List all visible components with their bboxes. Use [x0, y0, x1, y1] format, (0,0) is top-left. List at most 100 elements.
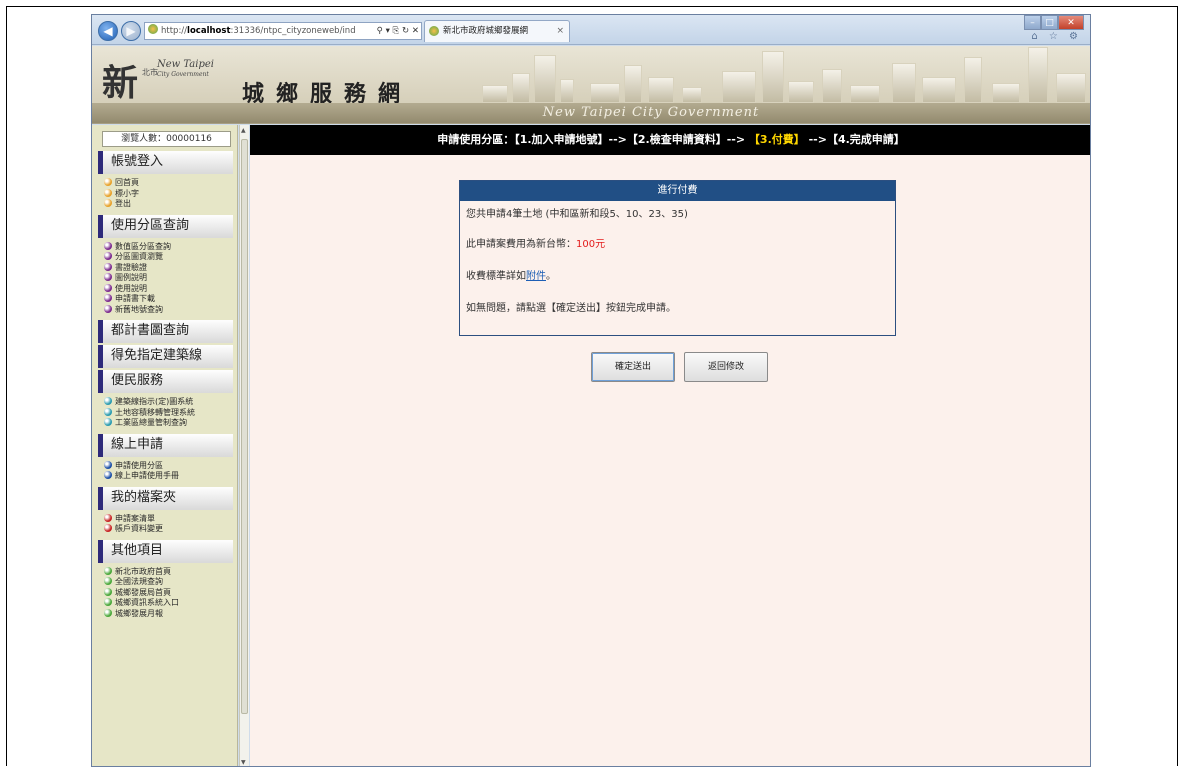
sidebar-item-list: 建築線指示(定)圖系統 土地容積移轉管理系統 工業區總量管制查詢 — [92, 395, 237, 432]
bullet-icon — [104, 418, 112, 426]
maximize-button[interactable]: □ — [1041, 15, 1058, 30]
bullet-icon — [104, 283, 112, 292]
sidebar-item[interactable]: 工業區總量管制查詢 — [92, 418, 237, 429]
sidebar-item-label: 圖例說明 — [115, 273, 147, 282]
sidebar-item[interactable]: 使用說明 — [92, 283, 237, 295]
sidebar-section-header[interactable]: 使用分區查詢 — [98, 214, 233, 238]
sidebar-item-label: 城鄉資訊系統入口 — [115, 598, 179, 607]
site-subtitle: New Taipei City Government — [92, 103, 1090, 123]
visitor-counter: 瀏覽人數：00000116 — [102, 131, 231, 147]
step-prefix: 申請使用分區：【1.加入申請地號】-->【2.檢查申請資料】--> — [437, 133, 749, 146]
sidebar-item-label: 帳戶資料變更 — [115, 524, 163, 533]
fee-line: 此申請案費用為新台幣：100元 — [466, 239, 606, 250]
sidebar-item[interactable]: 登出 — [92, 199, 237, 210]
scroll-down-icon[interactable]: ▼ — [241, 759, 246, 766]
sidebar-item-list: 申請使用分區 線上申請使用手冊 — [92, 459, 237, 485]
bullet-icon — [104, 294, 112, 302]
sidebar-item[interactable]: 申請案清單 — [92, 513, 237, 525]
sidebar-item[interactable]: 新舊地號查詢 — [92, 304, 237, 316]
sidebar-item-label: 土地容積移轉管理系統 — [115, 407, 195, 417]
back-button[interactable]: ◀ — [98, 21, 118, 41]
bullet-icon — [104, 587, 112, 596]
sidebar-item[interactable]: 圖例說明 — [92, 273, 237, 284]
close-window-button[interactable]: ✕ — [1058, 15, 1084, 30]
sidebar-item[interactable]: 線上申請使用手冊 — [92, 471, 237, 482]
return-edit-button[interactable]: 返回修改 — [684, 352, 768, 382]
sidebar-item-label: 分區圖資瀏覽 — [115, 252, 163, 261]
address-path: :31336/ntpc_cityzoneweb/ind — [230, 26, 356, 36]
sidebar-item-list: 回首頁 標小字 登出 — [92, 176, 237, 213]
address-tools-icon[interactable]: ⚲ ▾ ⎘ ↻ ✕ — [374, 23, 419, 39]
sidebar-item-label: 申請書下載 — [115, 294, 155, 303]
sidebar-item-label: 新北市政府首頁 — [115, 566, 171, 576]
sidebar-item[interactable]: 全國法規查詢 — [92, 577, 237, 588]
minimize-button[interactable]: – — [1024, 15, 1041, 30]
bullet-icon — [104, 471, 112, 479]
application-summary: 您共申請4筆土地 (中和區新和段5、10、23、35) — [466, 209, 688, 220]
sidebar-item-label: 建築線指示(定)圖系統 — [115, 397, 194, 406]
sidebar-item-label: 城鄉發展月報 — [115, 608, 163, 618]
sidebar-item[interactable]: 城鄉資訊系統入口 — [92, 598, 237, 609]
browser-tools-icons[interactable]: ⌂ ☆ ⚙ — [1031, 31, 1082, 42]
sidebar-item[interactable]: 標小字 — [92, 188, 237, 200]
logo-english: New Taipei City Government — [157, 59, 214, 79]
bullet-icon — [104, 598, 112, 606]
bullet-icon — [104, 241, 112, 250]
sidebar-item-label: 申請使用分區 — [115, 460, 163, 470]
sidebar-item-label: 標小字 — [115, 188, 139, 198]
bullet-icon — [104, 397, 112, 405]
sidebar-item[interactable]: 帳戶資料變更 — [92, 524, 237, 535]
sidebar-item[interactable]: 新北市政府首頁 — [92, 566, 237, 578]
sidebar-item-label: 登出 — [115, 199, 131, 208]
bullet-icon — [104, 304, 112, 313]
sidebar-item[interactable]: 申請書下載 — [92, 294, 237, 305]
site-logo[interactable]: 新 北市 New Taipei City Government — [102, 54, 232, 105]
sidebar-item[interactable]: 書證驗證 — [92, 262, 237, 274]
sidebar-item[interactable]: 回首頁 — [92, 178, 237, 189]
sidebar-section-header[interactable]: 線上申請 — [98, 433, 233, 457]
bullet-icon — [104, 199, 112, 207]
sidebar-section-header[interactable]: 得免指定建築線 — [98, 345, 233, 368]
bullet-icon — [104, 513, 112, 522]
bullet-icon — [104, 460, 112, 469]
address-host: localhost — [187, 26, 231, 36]
sidebar-item[interactable]: 數值區分區查詢 — [92, 241, 237, 253]
sidebar-item-list: 申請案清單 帳戶資料變更 — [92, 512, 237, 538]
scroll-up-icon[interactable]: ▲ — [241, 127, 246, 134]
sidebar-scrollbar[interactable]: ▲ ▼ — [239, 125, 249, 766]
main-content: 申請使用分區：【1.加入申請地號】-->【2.檢查申請資料】--> 【3.付費】… — [250, 125, 1090, 766]
submit-button[interactable]: 確定送出 — [591, 352, 675, 382]
address-bar[interactable]: http://localhost:31336/ntpc_cityzoneweb/… — [144, 22, 422, 40]
bullet-icon — [104, 608, 112, 617]
sidebar-item[interactable]: 土地容積移轉管理系統 — [92, 407, 237, 419]
attachment-link[interactable]: 附件 — [526, 271, 546, 282]
sidebar-section-header[interactable]: 我的檔案夾 — [98, 486, 233, 510]
forward-button[interactable]: ▶ — [121, 21, 141, 41]
fee-amount: 100元 — [576, 239, 606, 250]
sidebar-item[interactable]: 申請使用分區 — [92, 460, 237, 472]
screenshot-frame: ◀ ▶ http://localhost:31336/ntpc_cityzone… — [6, 6, 1178, 767]
step-suffix: -->【4.完成申請】 — [804, 133, 905, 146]
tab-title: 新北市政府城鄉發展網 — [443, 26, 529, 36]
sidebar-item-label: 回首頁 — [115, 178, 139, 187]
bullet-icon — [104, 566, 112, 575]
sidebar-section-header[interactable]: 其他項目 — [98, 539, 233, 563]
sidebar-item-label: 申請案清單 — [115, 513, 155, 523]
logo-character: 新 — [102, 62, 139, 104]
sidebar-section-header[interactable]: 都計書圖查詢 — [98, 320, 233, 343]
tab-close-icon[interactable]: × — [556, 21, 564, 41]
sidebar-item[interactable]: 城鄉發展局首頁 — [92, 587, 237, 599]
fee-standard-line: 收費標準詳如附件。 — [466, 271, 556, 282]
sidebar-item-list: 數值區分區查詢 分區圖資瀏覽 書證驗證 圖例說明 使用說明 申請書下載 新舊地號查詢 — [92, 240, 237, 319]
scrollbar-thumb[interactable] — [241, 139, 248, 714]
browser-tab[interactable]: 新北市政府城鄉發展網 × — [424, 20, 570, 42]
sidebar-item-label: 書證驗證 — [115, 262, 147, 272]
sidebar-section-header[interactable]: 帳號登入 — [98, 151, 233, 174]
sidebar: 瀏覽人數：00000116 帳號登入 回首頁 標小字 登出 使用分區查詢 數值區分區查詢分… — [92, 125, 238, 766]
sidebar-item[interactable]: 建築線指示(定)圖系統 — [92, 397, 237, 408]
sidebar-item[interactable]: 城鄉發展月報 — [92, 608, 237, 620]
instruction-line: 如無問題，請點選【確定送出】按鈕完成申請。 — [466, 303, 676, 314]
sidebar-item[interactable]: 分區圖資瀏覽 — [92, 252, 237, 263]
sidebar-section-header[interactable]: 便民服務 — [98, 370, 233, 393]
sidebar-item-label: 數值區分區查詢 — [115, 241, 171, 251]
